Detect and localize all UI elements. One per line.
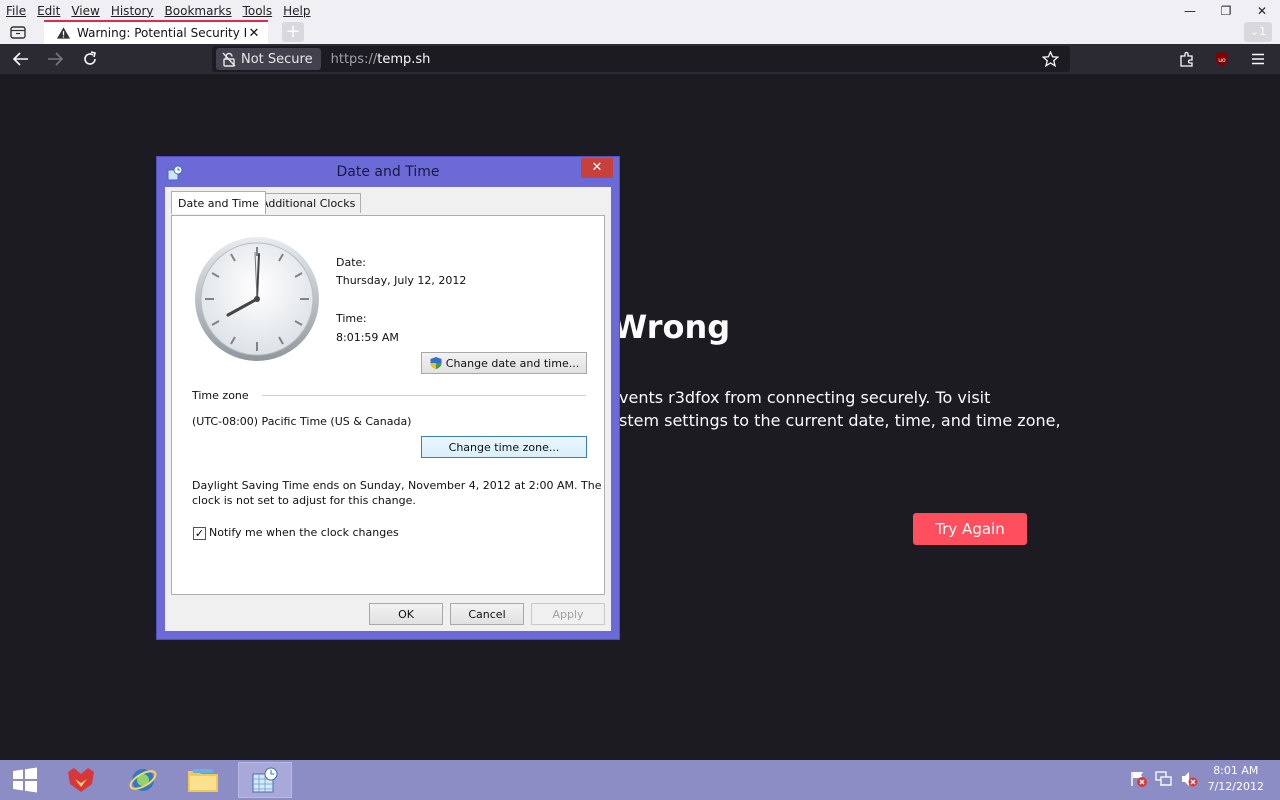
minimize-button[interactable]: — <box>1172 0 1208 22</box>
not-secure-label: Not Secure <box>241 51 313 67</box>
analog-clock <box>195 237 319 361</box>
taskbar-file-explorer[interactable] <box>176 762 230 798</box>
star-icon <box>1041 51 1059 67</box>
ublock-origin-icon: uo <box>1216 52 1228 66</box>
tab-bar: Warning: Potential Security Risk ✕ + ⌄1 <box>0 20 1280 44</box>
ie-icon <box>129 769 157 791</box>
dialog-body: Date and Time Additional Clocks Date: Th… <box>165 187 611 631</box>
url-protocol: https:// <box>330 51 378 67</box>
network-icon[interactable] <box>1155 770 1173 788</box>
notify-checkbox-label[interactable]: Notify me when the clock changes <box>209 526 399 539</box>
menu-history[interactable]: History <box>105 4 159 18</box>
broken-lock-icon <box>222 52 236 67</box>
error-text-line-2: stem settings to the current date, time,… <box>619 411 1061 430</box>
error-heading: Wrong <box>612 308 731 346</box>
tab-close-icon[interactable]: ✕ <box>246 26 262 41</box>
svg-text:uo: uo <box>1218 57 1226 64</box>
tab-count: 1 <box>1259 25 1267 38</box>
change-time-zone-button[interactable]: Change time zone... <box>421 436 587 458</box>
taskbar-date: 7/12/2012 <box>1207 780 1264 793</box>
menu-help[interactable]: Help <box>277 4 315 18</box>
tab-additional-clocks[interactable]: Additional Clocks <box>255 193 362 213</box>
error-text-line-1: vents r3dfox from connecting securely. T… <box>619 388 991 407</box>
taskbar-internet-explorer[interactable] <box>116 762 170 798</box>
menu-view[interactable]: View <box>65 4 104 18</box>
app-menu-button[interactable] <box>1245 47 1271 71</box>
close-window-button[interactable]: ✕ <box>1244 0 1280 22</box>
start-button[interactable] <box>0 762 50 798</box>
windows-logo-icon <box>13 767 37 793</box>
dialog-close-button[interactable]: ✕ <box>581 158 613 178</box>
taskbar-r3dfox[interactable] <box>54 762 108 798</box>
menu-bookmarks[interactable]: Bookmarks <box>159 4 237 18</box>
ublock-button[interactable]: uo <box>1209 47 1235 71</box>
restore-button[interactable]: ❐ <box>1208 0 1244 22</box>
date-label: Date: <box>336 256 366 269</box>
action-center-icon[interactable] <box>1130 770 1148 788</box>
uac-shield-icon <box>430 357 442 369</box>
volume-muted-icon[interactable] <box>1180 770 1198 788</box>
list-all-tabs-button[interactable]: ⌄1 <box>1244 22 1272 42</box>
forward-button[interactable] <box>42 47 68 71</box>
url-text: https://temp.sh <box>331 52 431 67</box>
warning-icon <box>56 27 71 39</box>
date-time-dialog: Date and Time ✕ Date and Time Additional… <box>156 156 620 640</box>
try-again-button[interactable]: Try Again <box>913 513 1027 545</box>
reload-button[interactable] <box>77 47 103 71</box>
url-bar[interactable]: Not Secure https://temp.sh <box>212 46 1070 72</box>
menu-bar: File Edit View History Bookmarks Tools H… <box>0 0 1280 22</box>
menu-file[interactable]: File <box>0 4 31 18</box>
change-date-time-button[interactable]: Change date and time... <box>421 352 587 374</box>
window-controls: — ❐ ✕ <box>1172 0 1280 22</box>
time-value: 8:01:59 AM <box>336 331 399 344</box>
tab-list-button[interactable] <box>6 22 30 42</box>
puzzle-icon <box>1180 51 1193 67</box>
back-button[interactable] <box>8 47 34 71</box>
time-zone-label: Time zone <box>192 389 249 402</box>
time-label: Time: <box>336 312 367 325</box>
forward-arrow-icon <box>48 52 63 66</box>
extensions-button[interactable] <box>1174 47 1200 71</box>
time-zone-value: (UTC-08:00) Pacific Time (US & Canada) <box>192 415 412 428</box>
back-arrow-icon <box>13 52 28 66</box>
taskbar: 8:01 AM 7/12/2012 <box>0 760 1280 800</box>
menu-edit[interactable]: Edit <box>31 4 65 18</box>
reload-icon <box>84 51 96 65</box>
ok-button[interactable]: OK <box>369 603 443 625</box>
notify-checkbox[interactable]: ✓ <box>193 527 206 540</box>
date-time-tab-panel: Date: Thursday, July 12, 2012 Time: 8:01… <box>171 215 605 595</box>
date-time-icon <box>252 767 278 793</box>
tab-title: Warning: Potential Security Risk <box>77 26 246 40</box>
cancel-button[interactable]: Cancel <box>450 603 524 625</box>
dialog-titlebar[interactable]: Date and Time ✕ <box>157 157 619 187</box>
taskbar-date-time[interactable] <box>238 762 292 798</box>
tab-security-warning[interactable]: Warning: Potential Security Risk ✕ <box>44 20 268 44</box>
dialog-title: Date and Time <box>336 164 440 180</box>
apply-button[interactable]: Apply <box>531 603 605 625</box>
dst-notice-line-1: Daylight Saving Time ends on Sunday, Nov… <box>192 479 602 492</box>
dst-notice-line-2: clock is not set to adjust for this chan… <box>192 494 416 507</box>
navigation-bar: Not Secure https://temp.sh uo <box>0 44 1280 74</box>
not-secure-badge[interactable]: Not Secure <box>216 48 321 70</box>
date-value: Thursday, July 12, 2012 <box>336 274 467 287</box>
tab-date-and-time[interactable]: Date and Time <box>171 191 266 214</box>
time-zone-separator <box>262 395 586 396</box>
tab-list-icon <box>10 26 26 39</box>
taskbar-time: 8:01 AM <box>1213 764 1259 777</box>
folder-icon <box>188 769 218 792</box>
bookmark-star-button[interactable] <box>1037 47 1063 71</box>
url-host: temp.sh <box>377 51 431 67</box>
change-date-time-label: Change date and time... <box>445 356 580 370</box>
r3dfox-icon <box>68 768 94 792</box>
taskbar-clock[interactable]: 8:01 AM 7/12/2012 <box>1208 763 1264 795</box>
hamburger-icon <box>1252 53 1264 65</box>
new-tab-button[interactable]: + <box>282 22 304 42</box>
menu-tools[interactable]: Tools <box>237 4 278 18</box>
